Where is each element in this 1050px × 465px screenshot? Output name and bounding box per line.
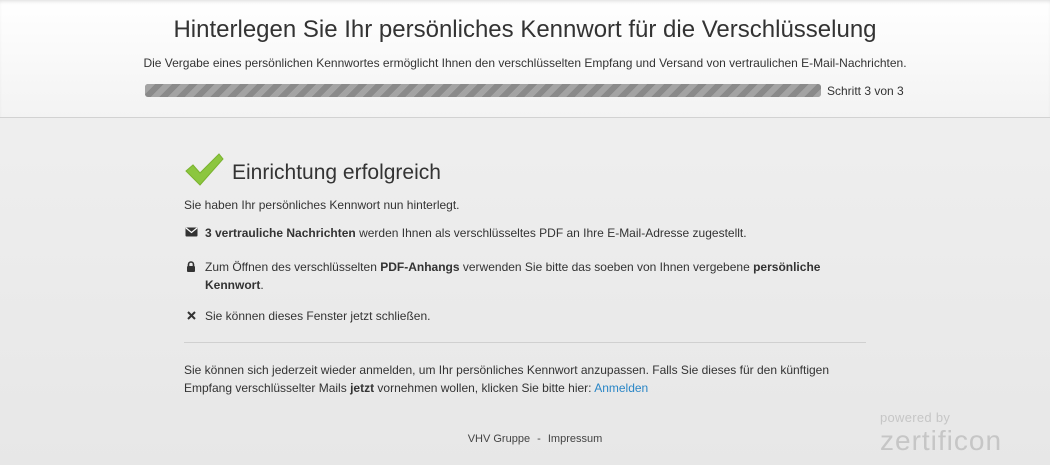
- close-icon: [184, 308, 198, 322]
- company-link[interactable]: VHV Gruppe: [468, 433, 530, 445]
- envelope-icon: [184, 225, 198, 239]
- pdf-attachment-term: PDF-Anhangs: [380, 260, 460, 274]
- relogin-now: jetzt: [350, 381, 375, 395]
- page-subtitle: Die Vergabe eines persönlichen Kennworte…: [143, 56, 907, 70]
- page-title: Hinterlegen Sie Ihr persönliches Kennwor…: [173, 16, 877, 43]
- success-heading-row: Einrichtung erfolgreich: [184, 152, 866, 192]
- list-item-text: 3 vertrauliche Nachrichten werden Ihnen …: [205, 224, 845, 242]
- messages-count: 3 vertrauliche Nachrichten: [205, 226, 356, 240]
- footer-separator: -: [537, 433, 541, 445]
- powered-by-text: powered by: [880, 410, 951, 425]
- progress-bar: [145, 84, 821, 97]
- success-title: Einrichtung erfolgreich: [232, 161, 441, 184]
- pdf-text-1: Zum Öffnen des verschlüsselten: [205, 260, 381, 274]
- checkmark-icon: [185, 153, 224, 186]
- powered-by-logo: powered by zertificon: [880, 411, 1002, 457]
- progress-bar-fill: [145, 84, 821, 97]
- brand-logo: zertificon: [880, 425, 1003, 456]
- imprint-link[interactable]: Impressum: [548, 433, 602, 445]
- list-item-text: Zum Öffnen des verschlüsselten PDF-Anhan…: [205, 258, 845, 294]
- messages-text: werden Ihnen als verschlüsseltes PDF an …: [355, 226, 747, 240]
- divider: [184, 342, 866, 343]
- list-item-text: Sie können dieses Fenster jetzt schließe…: [205, 309, 431, 323]
- step-indicator: Schritt 3 von 3: [827, 84, 904, 98]
- lock-icon: [184, 259, 198, 273]
- relogin-hint: Sie können sich jederzeit wieder anmelde…: [184, 361, 844, 397]
- result-panel: Einrichtung erfolgreich Sie haben Ihr pe…: [184, 152, 866, 395]
- intro-text: Sie haben Ihr persönliches Kennwort nun …: [184, 198, 460, 212]
- pdf-text-2: verwenden Sie bitte das soeben von Ihnen…: [459, 260, 754, 274]
- pdf-text-3: .: [260, 278, 264, 292]
- page-header: Hinterlegen Sie Ihr persönliches Kennwor…: [0, 0, 1050, 118]
- relogin-text-2: vornehmen wollen, klicken Sie bitte hier…: [374, 381, 595, 395]
- login-link[interactable]: Anmelden: [594, 381, 648, 395]
